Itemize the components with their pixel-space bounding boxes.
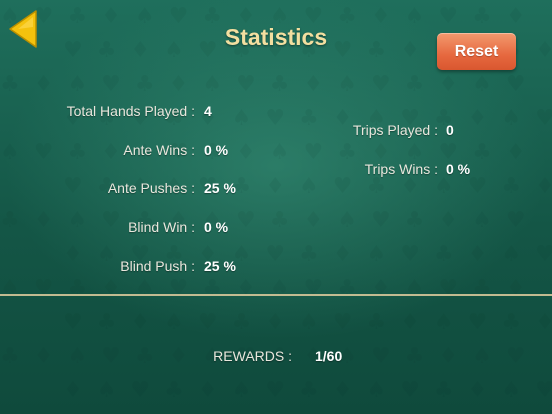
rewards-value: 1/60 — [315, 348, 343, 364]
trips-played-label: Trips Played : — [352, 122, 438, 138]
reset-button[interactable]: Reset — [437, 33, 516, 70]
ante-wins-value: 0 % — [204, 142, 229, 158]
ante-pushes-value: 25 % — [204, 180, 236, 196]
blind-push-value: 25 % — [204, 258, 236, 274]
blind-push-label: Blind Push : — [120, 258, 195, 274]
blind-win-label: Blind Win : — [128, 219, 195, 235]
section-divider — [0, 294, 552, 296]
ante-pushes-label: Ante Pushes : — [107, 180, 195, 196]
ante-wins-label: Ante Wins : — [123, 142, 195, 158]
trips-wins-label: Trips Wins : — [364, 161, 438, 177]
total-hands-played-label: Total Hands Played : — [66, 103, 195, 119]
trips-played-value: 0 — [446, 122, 454, 138]
rewards-label: REWARDS : — [213, 348, 292, 364]
blind-win-value: 0 % — [204, 219, 229, 235]
total-hands-played-value: 4 — [204, 103, 212, 119]
statistics-screen: ♠♥♣♦♠♥♣♦♠♥♣♦♠♥♣♦ ♥♣♦♠♥♣♦♠♥♣♦♠♥♣♦♠ ♣♦♠♥♣♦… — [0, 0, 552, 414]
trips-wins-value: 0 % — [446, 161, 471, 177]
